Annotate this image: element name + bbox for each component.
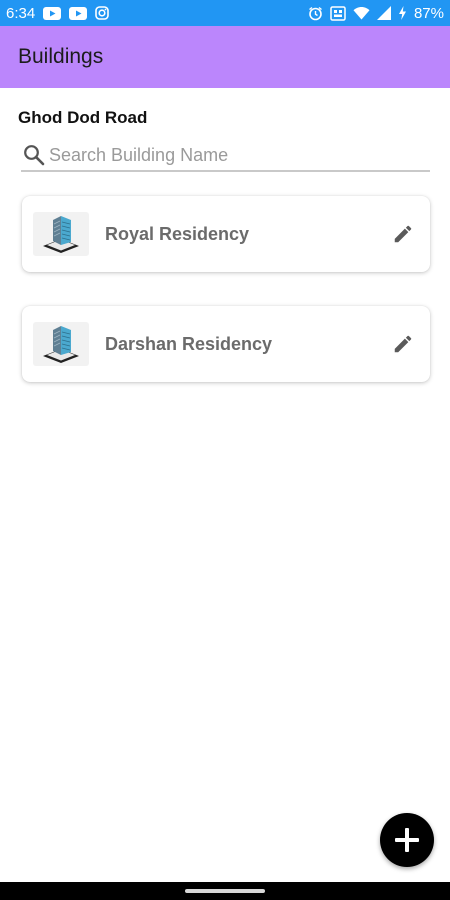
location-label: Ghod Dod Road xyxy=(18,108,148,127)
status-left: 6:34 xyxy=(6,4,110,22)
battery-charging-icon xyxy=(398,6,407,20)
system-nav-bar xyxy=(0,882,450,900)
edit-icon[interactable] xyxy=(390,331,416,357)
building-thumbnail xyxy=(33,212,89,256)
building-icon xyxy=(43,326,79,363)
building-card[interactable]: Royal Residency xyxy=(22,196,430,272)
building-card[interactable]: Darshan Residency xyxy=(22,306,430,382)
wifi-icon xyxy=(353,6,370,20)
edit-icon[interactable] xyxy=(390,221,416,247)
signal-icon xyxy=(376,6,391,20)
status-bar: 6:34 87% xyxy=(0,0,450,26)
battery-percent: 87% xyxy=(413,4,444,22)
plus-icon xyxy=(395,828,419,852)
instagram-icon xyxy=(95,6,110,20)
building-thumbnail xyxy=(33,322,89,366)
app-bar: Buildings xyxy=(0,26,450,88)
add-building-button[interactable] xyxy=(380,813,434,867)
building-name: Royal Residency xyxy=(105,223,250,244)
status-right: 87% xyxy=(308,5,444,22)
youtube-icon xyxy=(69,6,88,20)
search-icon xyxy=(21,142,47,168)
page-title: Buildings xyxy=(18,45,104,68)
search-input[interactable] xyxy=(49,144,419,166)
status-time: 6:34 xyxy=(6,4,36,22)
search-bar xyxy=(21,140,430,172)
building-icon xyxy=(43,216,79,253)
building-name: Darshan Residency xyxy=(105,333,273,354)
home-gesture-handle[interactable] xyxy=(185,889,265,893)
data-saver-icon xyxy=(330,5,346,21)
alarm-icon xyxy=(308,6,323,21)
youtube-icon xyxy=(43,6,62,20)
